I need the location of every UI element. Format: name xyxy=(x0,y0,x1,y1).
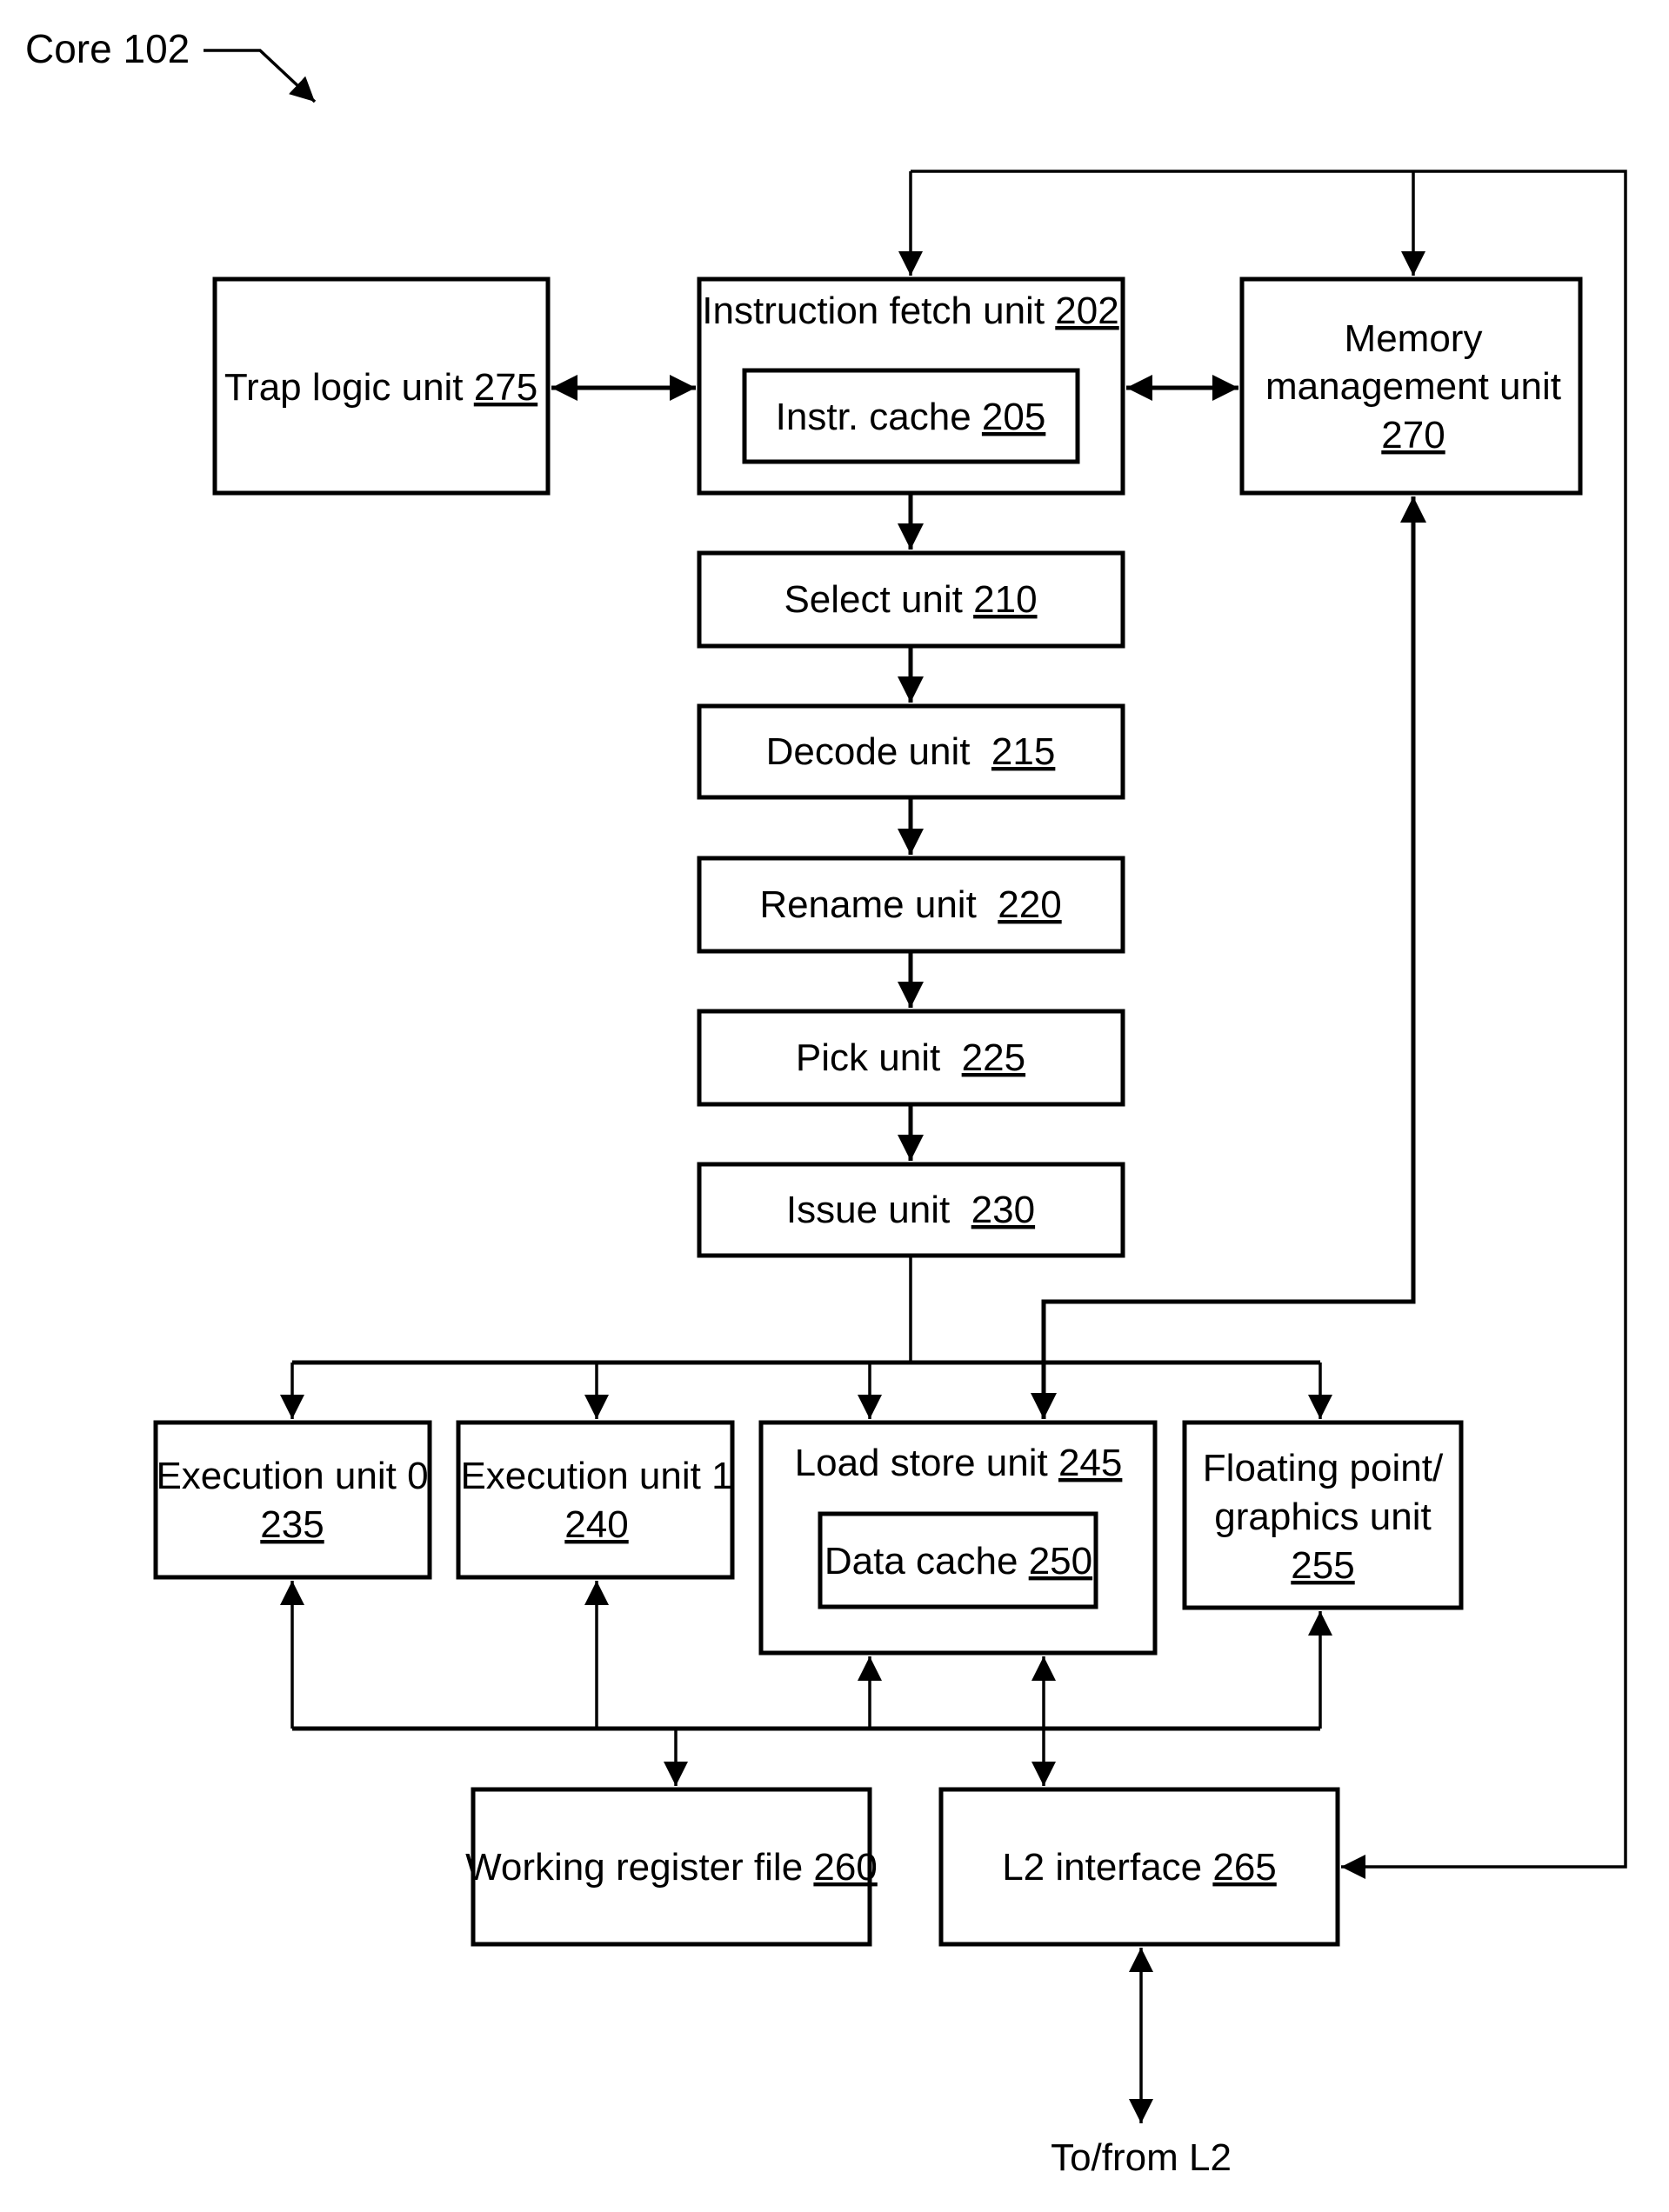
exec1-ref: 240 xyxy=(564,1503,628,1546)
svg-text:Working register file 260: Working register file 260 xyxy=(465,1846,878,1889)
memory-management-unit: Memory management unit 270 xyxy=(1239,276,1583,496)
rename-label: Rename unit xyxy=(759,883,998,926)
data-cache-ref: 250 xyxy=(1029,1540,1092,1582)
decode-unit: Decode unit 215 xyxy=(697,703,1125,800)
issue-label: Issue unit xyxy=(786,1189,971,1231)
instr-cache-ref: 205 xyxy=(982,396,1045,438)
svg-text:Pick unit 225: Pick unit 225 xyxy=(796,1036,1025,1079)
select-label: Select unit xyxy=(784,578,973,621)
exec0-ref: 235 xyxy=(260,1503,324,1546)
figure-label: Core 102 xyxy=(25,26,190,71)
issue-ref: 230 xyxy=(971,1189,1035,1231)
l2-label: L2 interface xyxy=(1002,1846,1212,1889)
trap-logic-ref: 275 xyxy=(474,366,537,409)
instr-cache-label: Instr. cache xyxy=(776,396,982,438)
fp-label-line1: Floating point/ xyxy=(1203,1447,1444,1489)
svg-text:Instr. cache 205: Instr. cache 205 xyxy=(776,396,1046,438)
rename-ref: 220 xyxy=(998,883,1061,926)
pick-label: Pick unit xyxy=(796,1036,962,1079)
decode-label: Decode unit xyxy=(766,730,991,773)
wrf-label: Working register file xyxy=(465,1846,813,1889)
exec1-label: Execution unit 1 xyxy=(460,1455,732,1497)
ifu-ref: 202 xyxy=(1055,290,1118,332)
select-ref: 210 xyxy=(973,578,1037,621)
figure-leader-arrow xyxy=(204,49,317,103)
mmu-label-line2: management unit xyxy=(1265,365,1561,408)
working-register-file: Working register file 260 xyxy=(465,1787,878,1947)
to-from-l2-label: To/from L2 xyxy=(1051,2136,1232,2179)
trap-logic-unit: Trap logic unit 275 xyxy=(212,276,551,496)
issue-unit: Issue unit 230 xyxy=(697,1162,1125,1258)
wrf-ref: 260 xyxy=(813,1846,877,1889)
rename-unit: Rename unit 220 xyxy=(697,856,1125,954)
svg-text:Select unit 210: Select unit 210 xyxy=(784,578,1037,621)
core-block-diagram: Core 102 Trap logic unit 275 Instruction… xyxy=(25,26,1627,2179)
execution-unit-1: Execution unit 1 240 xyxy=(456,1420,735,1580)
mmu-label-line1: Memory xyxy=(1345,317,1483,360)
select-unit: Select unit 210 xyxy=(697,550,1125,649)
fp-label-line2: graphics unit xyxy=(1214,1496,1431,1538)
svg-text:Trap logic unit 275: Trap logic unit 275 xyxy=(224,366,537,409)
lsu-label: Load store unit xyxy=(795,1442,1058,1484)
mmu-ref: 270 xyxy=(1381,414,1445,456)
svg-text:Issue unit 230: Issue unit 230 xyxy=(786,1189,1035,1231)
decode-ref: 215 xyxy=(991,730,1055,773)
execution-unit-0: Execution unit 0 235 xyxy=(153,1420,432,1580)
data-cache: Data cache 250 xyxy=(818,1511,1098,1609)
ifu-label: Instruction fetch unit xyxy=(702,290,1055,332)
l2-interface: L2 interface 265 xyxy=(938,1787,1340,1947)
instr-cache: Instr. cache 205 xyxy=(742,368,1080,464)
svg-text:Load store unit 245: Load store unit 245 xyxy=(795,1442,1123,1484)
exec0-label: Execution unit 0 xyxy=(156,1455,428,1497)
data-cache-label: Data cache xyxy=(824,1540,1029,1582)
l2-ref: 265 xyxy=(1212,1846,1276,1889)
trap-logic-label: Trap logic unit xyxy=(224,366,474,409)
svg-text:Instruction fetch unit 202: Instruction fetch unit 202 xyxy=(702,290,1118,332)
pick-ref: 225 xyxy=(962,1036,1025,1079)
fp-ref: 255 xyxy=(1291,1544,1354,1587)
svg-text:Decode unit 215: Decode unit 215 xyxy=(766,730,1056,773)
floating-point-graphics-unit: Floating point/ graphics unit 255 xyxy=(1182,1420,1464,1610)
pick-unit: Pick unit 225 xyxy=(697,1009,1125,1107)
svg-text:L2 interface 265: L2 interface 265 xyxy=(1002,1846,1277,1889)
svg-text:Rename unit 220: Rename unit 220 xyxy=(759,883,1061,926)
svg-text:Data cache 250: Data cache 250 xyxy=(824,1540,1092,1582)
lsu-ref: 245 xyxy=(1058,1442,1122,1484)
